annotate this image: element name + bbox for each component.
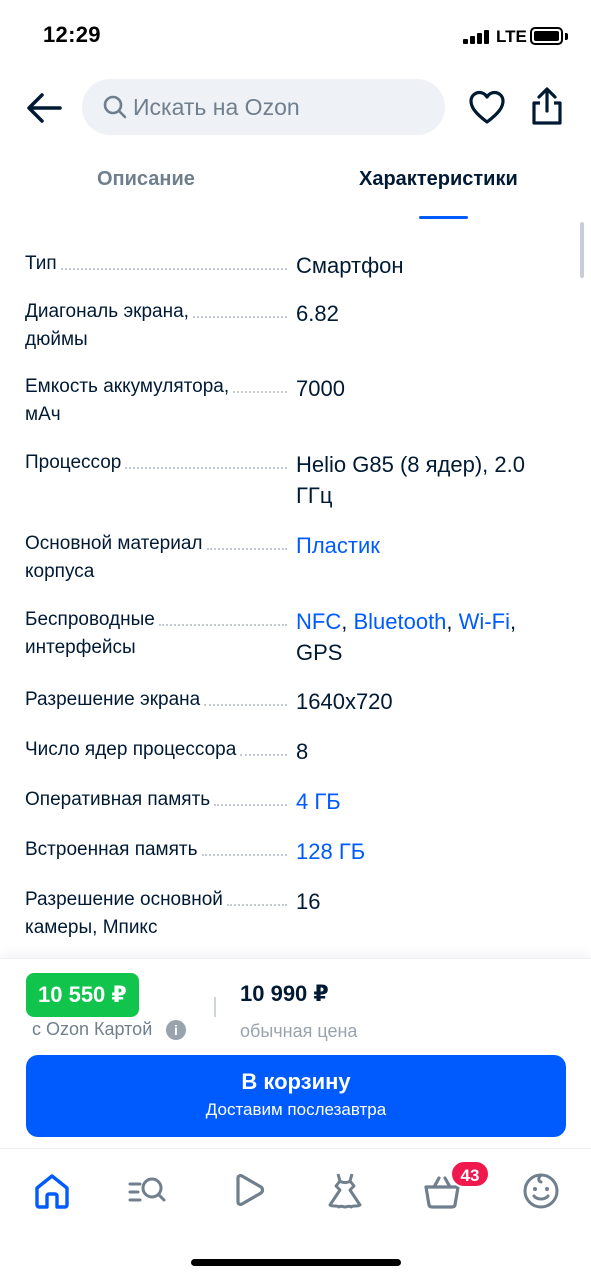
spec-value: Helio G85 (8 ядер), 2.0 ГГц <box>296 452 525 508</box>
nfc-link[interactable]: NFC <box>296 609 341 634</box>
heart-icon <box>469 90 505 124</box>
spec-value: 6.82 <box>296 301 339 326</box>
nav-profile[interactable] <box>519 1169 563 1213</box>
purchase-panel: 10 550 ₽ с Ozon Картой i 10 990 ₽ обычна… <box>0 958 591 1148</box>
tab-description[interactable]: Описание <box>97 168 195 191</box>
status-bar: 12:29 LTE <box>0 0 591 72</box>
dotted-leader <box>125 449 287 469</box>
spec-label: Число ядер процессора <box>25 739 237 760</box>
add-to-cart-label: В корзину <box>241 1069 351 1094</box>
dotted-leader <box>233 373 287 393</box>
dotted-leader <box>204 686 287 706</box>
card-price-badge[interactable]: 10 550 ₽ <box>26 973 139 1017</box>
scrollbar[interactable] <box>580 222 584 278</box>
nav-video[interactable] <box>227 1169 271 1213</box>
spec-label: Разрешение экрана <box>25 689 201 710</box>
search-placeholder: Искать на Ozon <box>133 94 300 120</box>
favorite-button[interactable] <box>467 88 507 128</box>
back-button[interactable] <box>24 88 64 128</box>
regular-price-caption: обычная цена <box>240 1021 358 1041</box>
catalog-icon <box>128 1177 166 1202</box>
spec-label: Диагональ экрана, дюймы <box>25 301 189 350</box>
price-divider <box>214 997 216 1017</box>
nav-catalog[interactable] <box>126 1169 170 1213</box>
dotted-leader <box>201 836 287 856</box>
search-icon <box>103 95 127 119</box>
regular-price: 10 990 ₽ <box>240 981 329 1006</box>
spec-label: Емкость аккумулятора, мАч <box>25 376 230 425</box>
dotted-leader <box>214 786 287 806</box>
cart-count-badge: 43 <box>450 1160 490 1188</box>
spec-value-link[interactable]: 4 ГБ <box>296 786 566 817</box>
gps-value: GPS <box>296 640 343 665</box>
spec-value: 16 <box>296 889 321 914</box>
dress-icon <box>328 1173 362 1209</box>
add-to-cart-button[interactable]: В корзину Доставим послезавтра <box>26 1055 566 1137</box>
home-indicator <box>191 1259 401 1266</box>
video-icon <box>236 1174 265 1206</box>
nav-home[interactable] <box>30 1169 74 1213</box>
card-price-caption: с Ozon Картой <box>32 1019 153 1039</box>
network-type: LTE <box>496 27 527 46</box>
nav-fresh[interactable] <box>323 1169 367 1213</box>
spec-value-link[interactable]: 128 ГБ <box>296 836 566 867</box>
spec-label: Беспроводные интерфейсы <box>25 609 155 658</box>
spec-label: Оперативная память <box>25 789 211 810</box>
spec-value: 7000 <box>296 376 345 401</box>
bluetooth-link[interactable]: Bluetooth <box>353 609 446 634</box>
spec-value: Смартфон <box>296 253 404 278</box>
spec-value-link[interactable]: Пластик <box>296 530 566 561</box>
home-icon <box>35 1174 69 1209</box>
bottom-navigation: 43 <box>0 1148 591 1280</box>
share-icon <box>532 87 562 125</box>
battery-icon <box>530 27 563 45</box>
spec-label: Разрешение основной камеры, Мпикс <box>25 889 223 938</box>
battery-nub <box>565 33 568 40</box>
profile-icon <box>523 1173 559 1209</box>
spec-label: Основной материал корпуса <box>25 533 203 582</box>
status-time: 12:29 <box>43 22 101 47</box>
spec-label: Встроенная память <box>25 839 198 860</box>
spec-label: Тип <box>25 253 57 274</box>
spec-value: NFC, Bluetooth, Wi-Fi, GPS <box>296 609 517 665</box>
wifi-link[interactable]: Wi-Fi <box>459 609 510 634</box>
tab-specifications[interactable]: Характеристики <box>359 168 518 191</box>
dotted-leader <box>240 736 287 756</box>
info-icon[interactable]: i <box>166 1020 186 1040</box>
signal-icon <box>463 30 491 44</box>
header: Искать на Ozon <box>0 78 591 138</box>
share-button[interactable] <box>527 86 567 128</box>
dotted-leader <box>226 886 287 906</box>
search-input[interactable]: Искать на Ozon <box>82 79 445 135</box>
product-tabs: Описание Характеристики <box>0 150 591 220</box>
dotted-leader <box>158 606 287 626</box>
active-tab-indicator <box>419 216 468 219</box>
back-arrow-icon <box>27 93 62 123</box>
dotted-leader <box>60 250 287 270</box>
dotted-leader <box>206 530 287 550</box>
delivery-label: Доставим послезавтра <box>205 1100 387 1119</box>
spec-value: 1640x720 <box>296 689 393 714</box>
spec-value: 8 <box>296 739 309 764</box>
dotted-leader <box>192 298 287 318</box>
spec-label: Процессор <box>25 452 122 473</box>
